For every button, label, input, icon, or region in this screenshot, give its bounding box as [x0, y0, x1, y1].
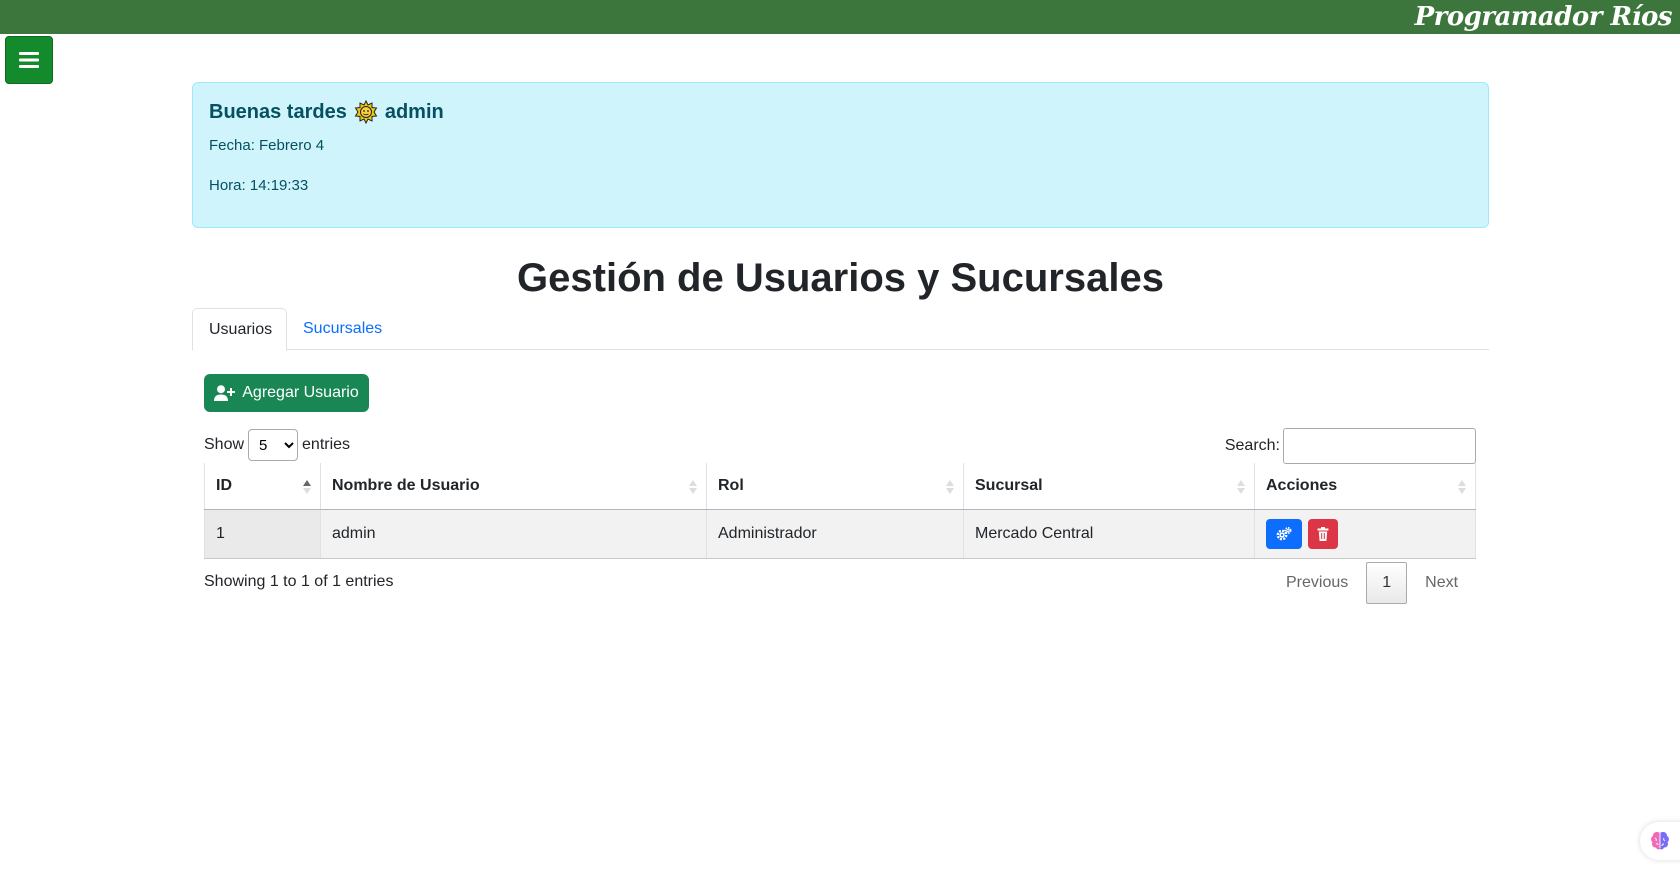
search-input[interactable]	[1283, 428, 1476, 464]
column-header-role[interactable]: Rol	[706, 463, 964, 510]
page-length-select[interactable]: 5	[248, 429, 299, 461]
add-user-button[interactable]: Agregar Usuario	[204, 374, 369, 412]
users-table: ID Nombre de Usuario Rol Sucursal Accion…	[204, 463, 1476, 559]
cell-actions	[1254, 509, 1476, 559]
column-header-username[interactable]: Nombre de Usuario	[320, 463, 707, 510]
column-header-actions[interactable]: Acciones	[1254, 463, 1476, 510]
show-label: Show	[204, 436, 245, 453]
delete-user-button[interactable]	[1308, 518, 1339, 549]
sort-icon	[1458, 480, 1466, 494]
floating-assistant-button[interactable]	[1640, 822, 1680, 860]
pagination: Previous 1 Next	[1270, 562, 1474, 604]
table-header-row: ID Nombre de Usuario Rol Sucursal Accion…	[204, 463, 1476, 510]
hamburger-icon	[19, 52, 39, 68]
add-user-label: Agregar Usuario	[242, 384, 359, 401]
column-header-branch[interactable]: Sucursal	[963, 463, 1255, 510]
greeting-username: admin	[384, 101, 444, 123]
cell-branch: Mercado Central	[963, 509, 1255, 559]
sidebar-toggle-button[interactable]	[5, 36, 53, 84]
page-1-button[interactable]: 1	[1366, 562, 1408, 604]
cell-role: Administrador	[706, 509, 964, 559]
page-title: Gestión de Usuarios y Sucursales	[517, 256, 1164, 300]
sort-asc-icon	[303, 480, 311, 494]
sun-icon	[354, 100, 378, 124]
greeting-title: Buenas tardes admin	[209, 98, 1472, 126]
cell-id: 1	[204, 509, 321, 559]
sort-icon	[689, 480, 697, 494]
trash-icon	[1317, 526, 1329, 541]
cell-username: admin	[320, 509, 707, 559]
brain-icon	[1651, 832, 1669, 850]
greeting-alert: Buenas tardes admin Fecha: Febrero 4 Hor…	[192, 82, 1489, 228]
user-plus-icon	[214, 385, 236, 401]
tab-sucursales[interactable]: Sucursales	[287, 308, 398, 350]
entries-label: entries	[302, 436, 351, 453]
cogs-icon	[1276, 526, 1292, 540]
page-length-control: Show 5 entries	[204, 429, 350, 461]
sort-icon	[1237, 480, 1245, 494]
tab-bar: Usuarios Sucursales	[192, 308, 1489, 351]
table-row: 1 admin Administrador Mercado Central	[204, 509, 1476, 559]
column-header-id[interactable]: ID	[204, 463, 321, 510]
greeting-date: Fecha: Febrero 4	[209, 137, 325, 154]
table-info: Showing 1 to 1 of 1 entries	[204, 573, 394, 590]
table-search: Search:	[1225, 428, 1476, 464]
tab-usuarios[interactable]: Usuarios	[192, 308, 287, 351]
search-label: Search:	[1224, 437, 1280, 454]
greeting-text: Buenas tardes	[209, 101, 347, 123]
next-page-button[interactable]: Next	[1409, 563, 1474, 603]
brand-logo: Programador Ríos	[1414, 2, 1673, 32]
edit-user-button[interactable]	[1266, 518, 1302, 549]
greeting-time: Hora: 14:19:33	[209, 177, 309, 194]
previous-page-button[interactable]: Previous	[1270, 563, 1364, 603]
sort-icon	[946, 480, 954, 494]
top-navbar: Programador Ríos	[0, 0, 1680, 34]
